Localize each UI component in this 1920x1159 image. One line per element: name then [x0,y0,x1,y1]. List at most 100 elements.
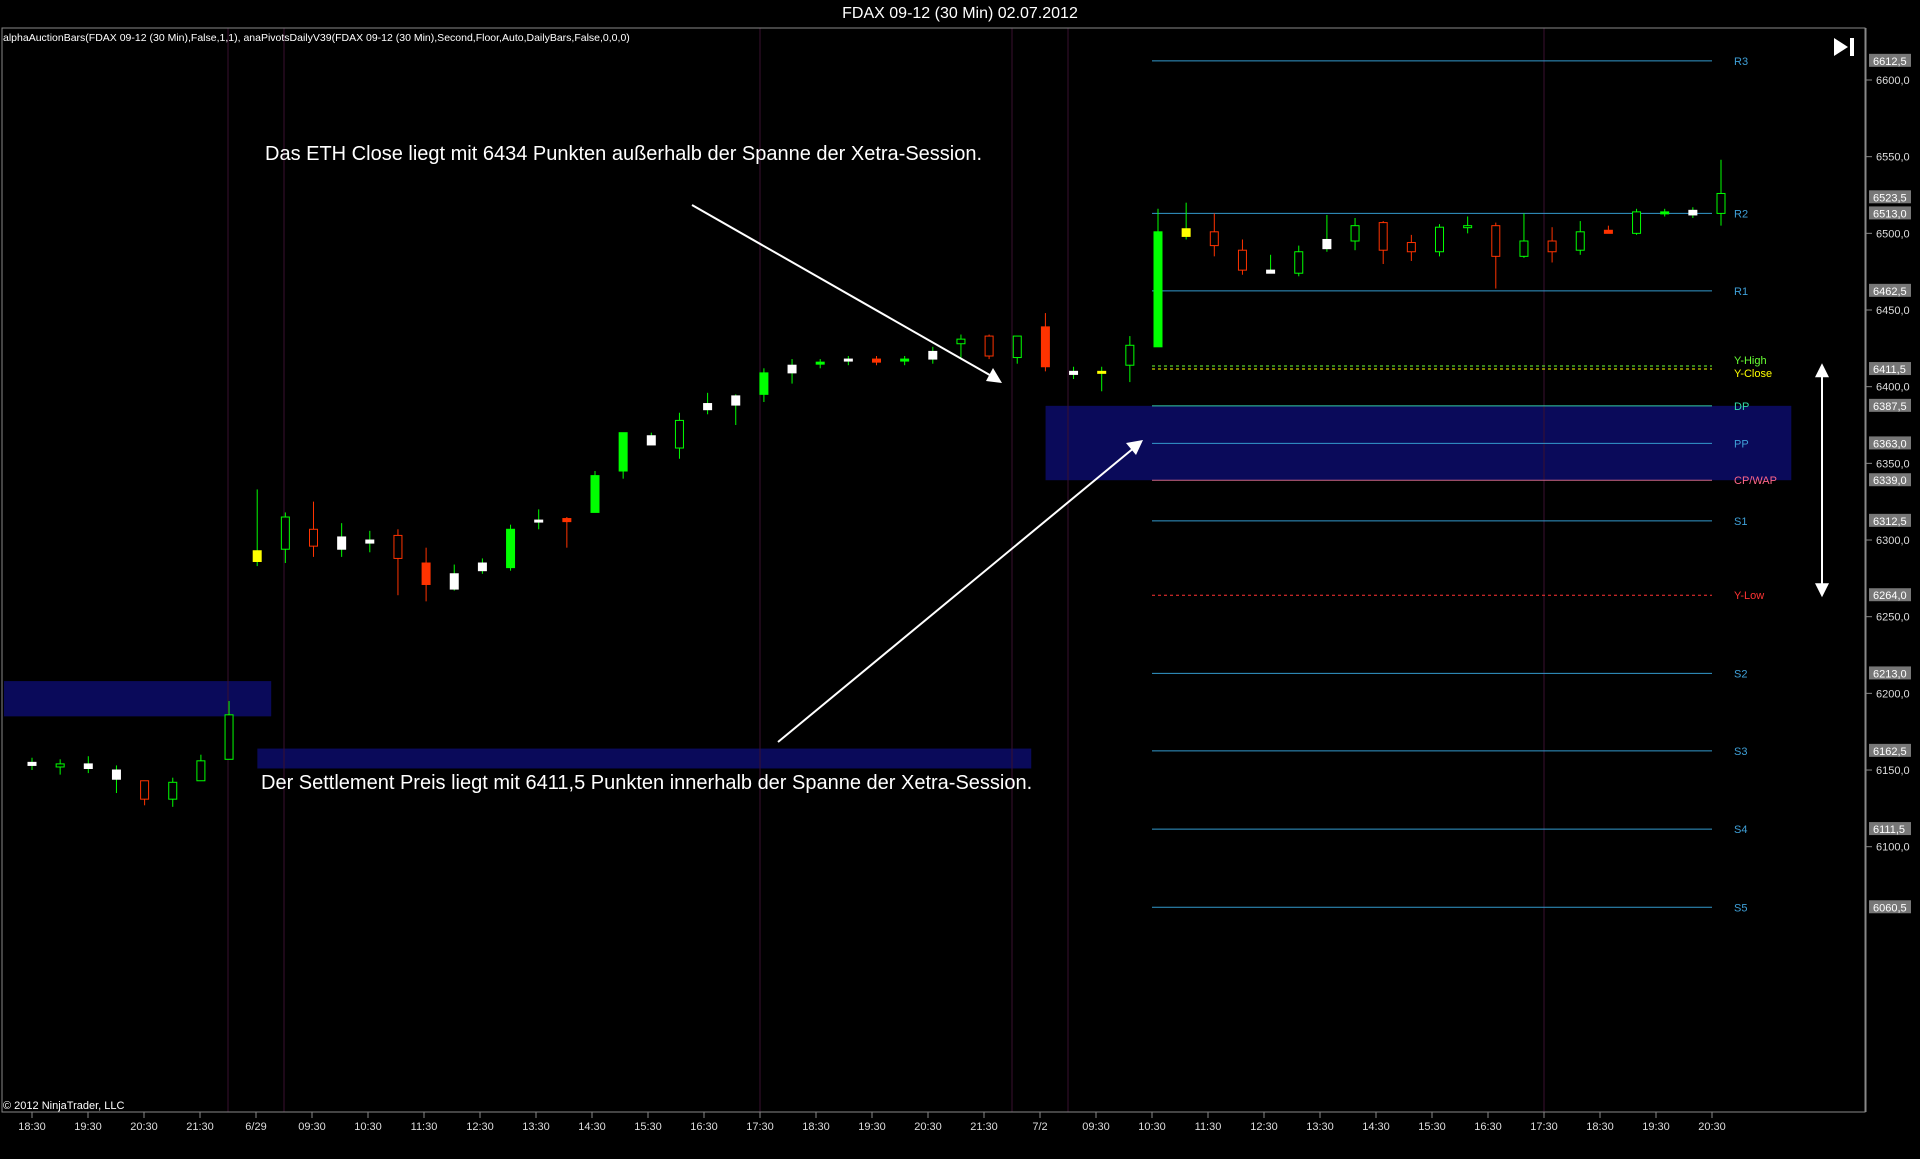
pivot-label: Y-Close [1734,368,1772,380]
x-tick-label: 11:30 [1195,1121,1222,1133]
x-tick-label: 17:30 [1530,1121,1558,1133]
candle-body [196,760,206,782]
pivot-label: S2 [1734,668,1747,680]
x-tick-label: 16:30 [690,1121,718,1133]
x-tick-label: 15:30 [1418,1121,1446,1133]
y-tick-label: 6250,0 [1876,612,1910,624]
x-tick-label: 12:30 [466,1121,494,1133]
candle-body [365,539,375,544]
candle-body [984,335,994,357]
candle-body [1153,231,1163,348]
x-tick-label: 21:30 [186,1121,214,1133]
y-tick-label: 6450,0 [1876,305,1910,317]
price-label: 6339,0 [1873,475,1907,487]
candle-body [1097,370,1107,374]
candle-body [27,761,37,766]
candle-body [843,358,853,362]
x-tick-label: 10:30 [354,1121,382,1133]
price-label: 6312,5 [1873,516,1907,528]
candle-body [590,475,600,513]
candle-body [1575,231,1585,251]
candle-body [1378,222,1388,251]
y-tick-label: 6550,0 [1876,152,1910,164]
indicator-label: alphaAuctionBars(FDAX 09-12 (30 Min),Fal… [3,32,630,44]
candle-body [252,550,262,562]
candle-body [1716,192,1726,214]
pivot-label: S3 [1734,746,1747,758]
candle-body [421,562,431,585]
x-tick-label: 19:30 [1642,1121,1670,1133]
x-tick-label: 13:30 [522,1121,550,1133]
copyright-label: © 2012 NinjaTrader, LLC [3,1100,125,1112]
candle-body [1435,226,1444,253]
candle-body [1237,249,1247,271]
price-label: 6462,5 [1873,286,1907,298]
x-tick-label: 09:30 [1082,1121,1110,1133]
x-tick-label: 10:30 [1138,1121,1166,1133]
pivot-label: S1 [1734,516,1747,528]
y-tick-label: 6600,0 [1876,75,1910,87]
candle-body [1603,229,1613,234]
candle-body [1660,211,1670,215]
x-tick-label: 12:30 [1250,1121,1278,1133]
candle-body [928,350,938,360]
candle-body [1632,211,1642,234]
candle-body [1266,269,1276,274]
candle-body [759,372,769,395]
auction-zone [257,748,1032,769]
candle-body [787,364,797,374]
annotation-eth-close: Das ETH Close liegt mit 6434 Punkten auß… [265,143,983,165]
pivot-label: Y-Low [1734,590,1764,602]
candle-body [1125,344,1135,366]
pivot-label: S4 [1734,824,1747,836]
candle-body [618,432,628,472]
candle-body [168,781,178,800]
candle-body [872,358,881,363]
candle-body [83,763,93,769]
candle-body [55,763,65,768]
candle-body [674,419,684,449]
x-tick-label: 18:30 [802,1121,830,1133]
price-label: 6363,0 [1873,438,1907,450]
candle-body [1463,225,1473,229]
pivot-label: R3 [1734,56,1748,68]
y-tick-label: 6350,0 [1876,458,1910,470]
pivot-label: Y-High [1734,355,1767,367]
x-tick-label: 13:30 [1306,1121,1334,1133]
x-tick-label: 11:30 [411,1121,438,1133]
price-label: 6612,5 [1873,56,1907,68]
x-tick-label: 15:30 [634,1121,662,1133]
pivot-label: DP [1734,401,1749,413]
x-tick-label: 6/29 [245,1121,266,1133]
pivot-label: R2 [1734,208,1748,220]
candle-body [1519,240,1529,257]
candle-body [534,519,544,523]
x-tick-label: 19:30 [858,1121,886,1133]
skip-to-end-icon[interactable] [1830,34,1860,60]
price-label: 6387,5 [1873,401,1907,413]
y-tick-label: 6150,0 [1876,765,1910,777]
candle-body [1350,225,1360,242]
y-tick-label: 6400,0 [1876,382,1910,394]
candle-body [224,714,234,760]
y-tick-label: 6500,0 [1876,228,1910,240]
x-tick-label: 19:30 [74,1121,102,1133]
candle-body [956,338,966,345]
candle-body [900,358,910,362]
x-tick-label: 20:30 [1698,1121,1726,1133]
candle-body [280,516,290,550]
candle-body [1491,225,1501,257]
candle-body [1547,240,1557,253]
auction-zone [4,681,272,717]
x-tick-label: 21:30 [970,1121,998,1133]
candle-body [815,361,825,365]
x-tick-label: 17:30 [746,1121,774,1133]
window-title: FDAX 09-12 (30 Min) 02.07.2012 [0,0,1920,26]
x-tick-label: 14:30 [578,1121,606,1133]
price-label: 6162,5 [1873,746,1907,758]
price-label: 6213,0 [1873,668,1907,680]
candle-body [111,769,121,780]
price-label: 6523,5 [1873,192,1907,204]
pivot-label: R1 [1734,286,1748,298]
y-tick-label: 6300,0 [1876,535,1910,547]
